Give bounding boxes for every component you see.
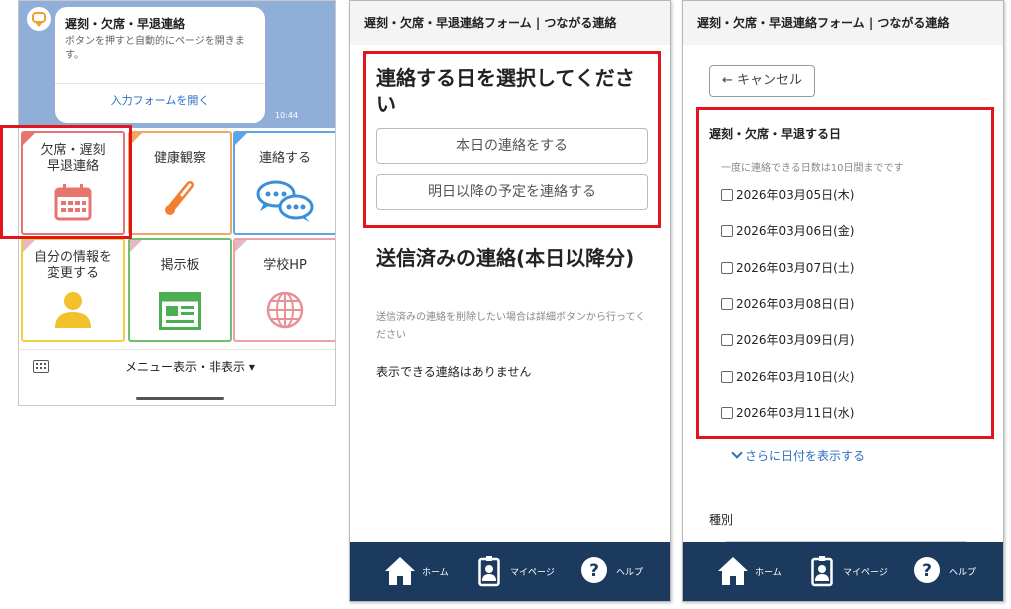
sent-contacts-heading: 送信済みの連絡(本日以降分) xyxy=(376,246,635,270)
menu-bar: メニュー表示・非表示 ▾ xyxy=(19,349,335,385)
chevron-down-icon xyxy=(731,447,743,459)
message-card: 遅刻・欠席・早退連絡 ボタンを押すと自動的にページを開きます。 入力フォームを開… xyxy=(55,7,265,123)
svg-text:?: ? xyxy=(589,561,599,581)
menu-tile-label: 健康観察 xyxy=(153,151,206,166)
menu-tile-label: 学校HP xyxy=(263,258,307,273)
message-body: ボタンを押すと自動的にページを開きます。 xyxy=(65,36,245,61)
help-icon: ? xyxy=(914,557,940,583)
person-icon xyxy=(55,292,91,328)
menu-tile-school-hp[interactable]: 学校HP xyxy=(233,238,335,342)
footer-nav: ホーム マイページ ? ヘルプ xyxy=(350,542,670,601)
highlight-box-date-select xyxy=(363,51,661,228)
bot-avatar-icon xyxy=(27,7,51,31)
footer-mypage-label: マイページ xyxy=(510,568,555,578)
message-time: 10:44 xyxy=(275,111,299,120)
kind-label: 種別 xyxy=(709,513,734,527)
highlight-box-date-list xyxy=(696,107,994,439)
chat-bubbles-icon xyxy=(256,180,314,222)
footer-mypage-label: マイページ xyxy=(843,568,888,578)
menu-tile-board[interactable]: 掲示板 xyxy=(128,238,232,342)
footer-help-label: ヘルプ xyxy=(616,568,644,578)
menu-tile-label: 掲示板 xyxy=(160,258,200,273)
page-header: 遅刻・欠席・早退連絡フォーム | つながる連絡 xyxy=(350,1,670,45)
menu-tile-label: 連絡する xyxy=(258,151,311,166)
keyboard-icon[interactable] xyxy=(33,360,49,373)
menu-toggle-button[interactable]: メニュー表示・非表示 ▾ xyxy=(125,358,255,375)
menu-tile-profile[interactable]: 自分の情報を 変更する xyxy=(21,238,125,342)
menu-tile-health[interactable]: 健康観察 xyxy=(128,131,232,235)
cancel-button-label: キャンセル xyxy=(737,73,803,88)
message-title: 遅刻・欠席・早退連絡 xyxy=(65,17,186,31)
svg-text:?: ? xyxy=(922,561,932,581)
show-more-dates-link[interactable]: さらに日付を表示する xyxy=(731,447,866,464)
menu-tile-contact[interactable]: 連絡する xyxy=(233,131,335,235)
thermometer-icon xyxy=(165,181,194,215)
footer-home-label: ホーム xyxy=(422,568,449,578)
open-form-link[interactable]: 入力フォームを開く xyxy=(55,83,265,117)
footer-home-label: ホーム xyxy=(755,568,782,578)
arrow-left-icon: ← xyxy=(721,73,733,88)
empty-message: 表示できる連絡はありません xyxy=(376,365,532,379)
menu-tile-label: 自分の情報を 変更する xyxy=(33,250,112,281)
home-icon xyxy=(385,557,415,585)
sent-contacts-note: 送信済みの連絡を削除したい場合は詳細ボタンから行ってください xyxy=(376,312,646,341)
id-badge-icon xyxy=(478,556,500,587)
show-more-label: さらに日付を表示する xyxy=(745,449,866,463)
id-badge-icon xyxy=(811,556,833,587)
page-header: 遅刻・欠席・早退連絡フォーム | つながる連絡 xyxy=(683,1,1003,45)
chat-area: 遅刻・欠席・早退連絡 ボタンを押すと自動的にページを開きます。 入力フォームを開… xyxy=(19,1,335,128)
globe-icon xyxy=(266,291,304,329)
home-icon xyxy=(718,557,748,585)
footer-nav: ホーム マイページ ? ヘルプ xyxy=(683,542,1003,601)
help-icon: ? xyxy=(581,557,607,583)
home-indicator xyxy=(136,397,224,400)
cancel-button[interactable]: ← キャンセル xyxy=(709,65,815,97)
board-icon xyxy=(159,292,201,330)
highlight-box-absence-tile xyxy=(0,125,132,239)
footer-help-label: ヘルプ xyxy=(949,568,977,578)
